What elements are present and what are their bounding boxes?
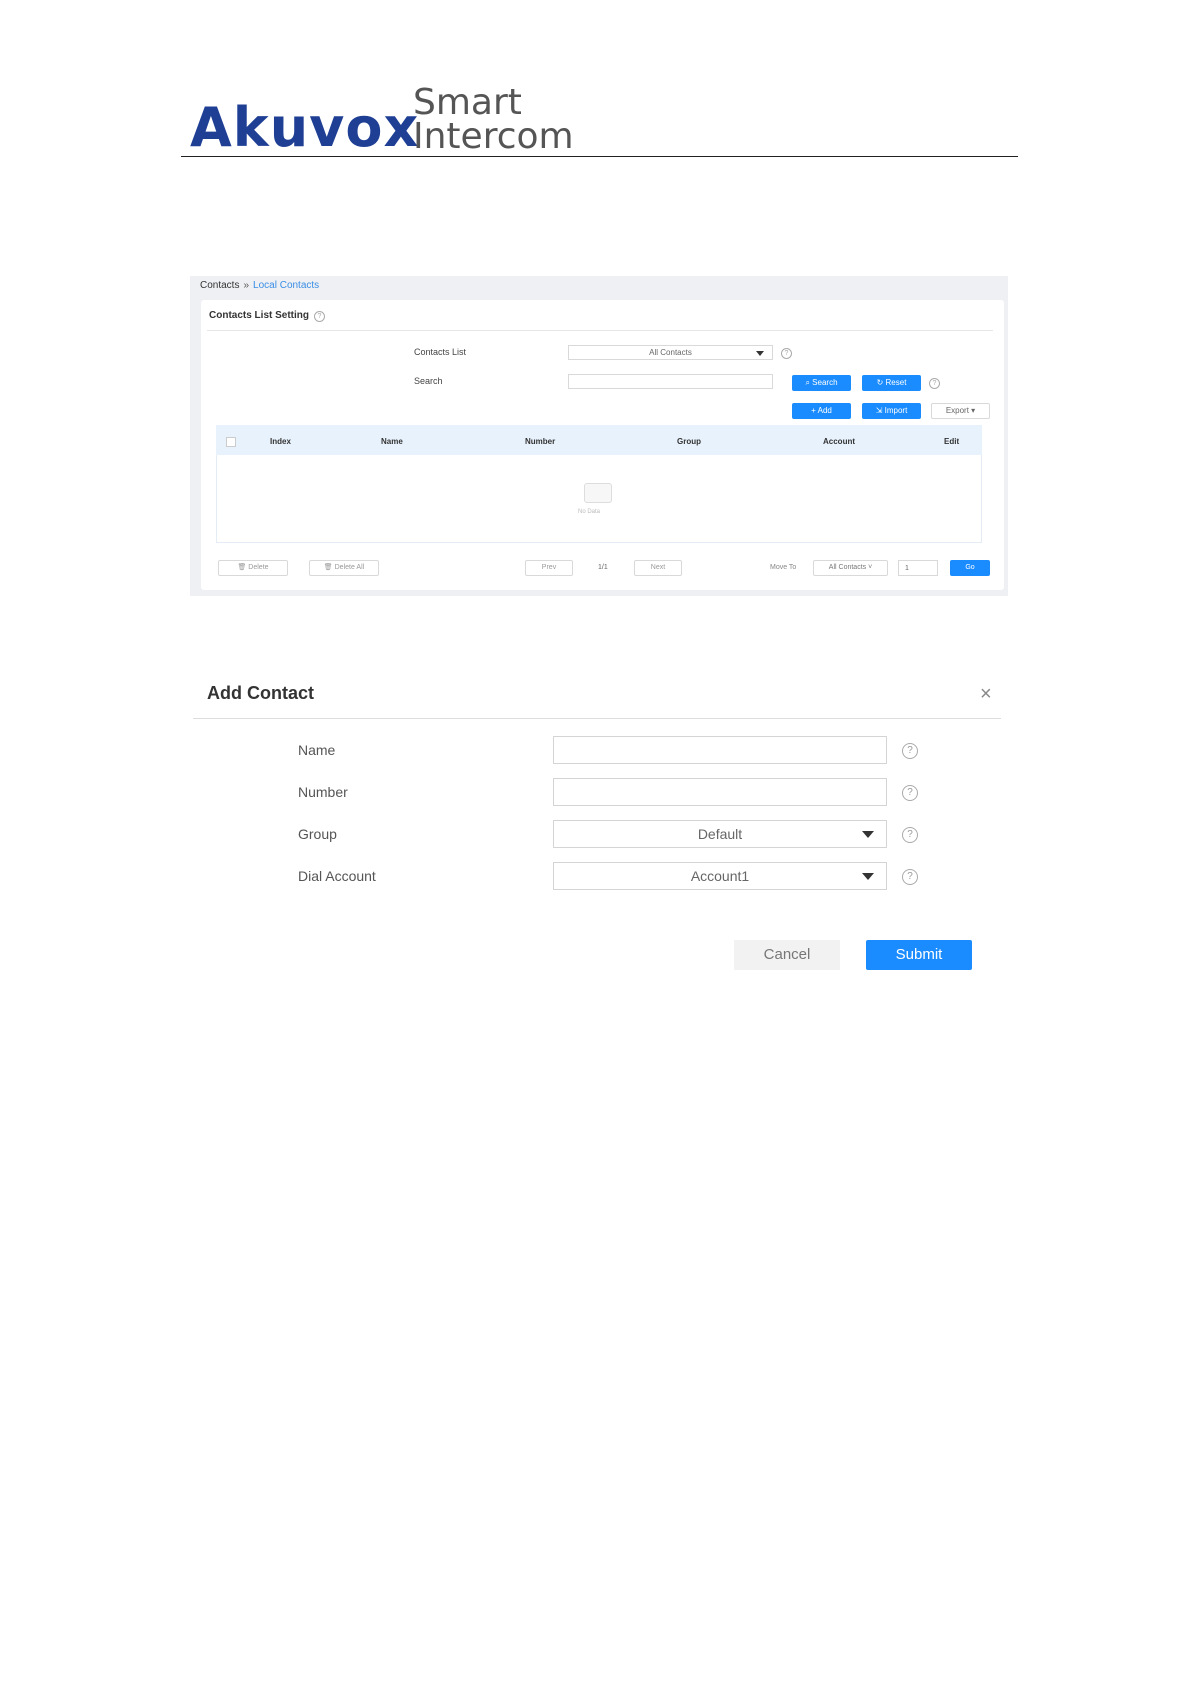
breadcrumb-current[interactable]: Local Contacts bbox=[253, 280, 319, 291]
breadcrumb-separator: » bbox=[243, 280, 250, 291]
column-header-name: Name bbox=[381, 437, 403, 446]
column-header-edit: Edit bbox=[944, 437, 960, 446]
help-icon[interactable]: ? bbox=[314, 311, 325, 322]
dial-account-value: Account1 bbox=[690, 868, 750, 884]
name-label: Name bbox=[298, 742, 336, 758]
column-header-group: Group bbox=[677, 437, 701, 446]
go-button[interactable]: Go bbox=[950, 560, 990, 576]
prev-button[interactable]: Prev bbox=[525, 560, 573, 576]
column-header-index: Index bbox=[270, 437, 291, 446]
delete-all-button[interactable]: 🗑 Delete All bbox=[309, 560, 379, 576]
column-header-account: Account bbox=[823, 437, 855, 446]
help-icon[interactable]: ? bbox=[902, 869, 918, 885]
move-to-select[interactable]: All Contacts ˅ bbox=[813, 560, 888, 576]
search-label: Search bbox=[414, 376, 443, 386]
column-header-number: Number bbox=[525, 437, 556, 446]
tagline-smart: Smart bbox=[413, 82, 522, 123]
section-title: Contacts List Setting bbox=[209, 310, 310, 321]
contacts-list-label: Contacts List bbox=[414, 347, 467, 357]
page-number-input[interactable] bbox=[898, 560, 938, 576]
section-divider bbox=[207, 330, 993, 331]
delete-button-label: Delete bbox=[248, 564, 269, 571]
search-button-label: Search bbox=[812, 378, 838, 387]
import-button[interactable]: ⇲ Import bbox=[862, 403, 921, 419]
add-button[interactable]: + Add bbox=[792, 403, 851, 419]
group-select[interactable]: Default bbox=[553, 820, 887, 848]
dialog-divider bbox=[193, 718, 1001, 719]
help-icon[interactable]: ? bbox=[902, 743, 918, 759]
move-to-value: All Contacts bbox=[828, 564, 867, 571]
select-all-checkbox[interactable] bbox=[226, 437, 236, 447]
name-input[interactable] bbox=[553, 736, 887, 764]
dial-account-select[interactable]: Account1 bbox=[553, 862, 887, 890]
close-icon[interactable]: × bbox=[980, 684, 992, 704]
search-input[interactable] bbox=[568, 374, 773, 389]
delete-button[interactable]: 🗑 Delete bbox=[218, 560, 288, 576]
number-label: Number bbox=[298, 784, 348, 800]
number-input[interactable] bbox=[553, 778, 887, 806]
search-button[interactable]: ⌕ Search bbox=[792, 375, 851, 391]
reset-button-label: Reset bbox=[885, 378, 907, 387]
export-button-label: Export bbox=[945, 406, 969, 415]
tagline-intercom: Intercom bbox=[413, 116, 574, 157]
group-label: Group bbox=[298, 826, 337, 842]
table-header bbox=[216, 425, 982, 455]
akuvox-logo: Akuvox bbox=[190, 96, 420, 159]
help-icon[interactable]: ? bbox=[902, 785, 918, 801]
next-button[interactable]: Next bbox=[634, 560, 682, 576]
contacts-list-select[interactable]: All Contacts bbox=[568, 345, 773, 360]
chevron-down-icon bbox=[756, 351, 764, 356]
page-indicator: 1/1 bbox=[598, 564, 608, 571]
dialog-title: Add Contact bbox=[207, 683, 314, 703]
smart-intercom-logo-text: Smart Intercom bbox=[413, 82, 574, 157]
help-icon[interactable]: ? bbox=[929, 378, 940, 389]
help-icon[interactable]: ? bbox=[902, 827, 918, 843]
help-icon[interactable]: ? bbox=[781, 348, 792, 359]
export-button[interactable]: Export ▾ bbox=[931, 403, 990, 419]
add-button-label: Add bbox=[817, 406, 832, 415]
submit-button[interactable]: Submit bbox=[866, 940, 972, 970]
breadcrumb-root[interactable]: Contacts bbox=[200, 280, 239, 291]
no-data-text: No Data bbox=[578, 509, 601, 515]
chevron-down-icon bbox=[862, 831, 874, 838]
inbox-icon bbox=[584, 483, 612, 503]
breadcrumb: Contacts » Local Contacts bbox=[200, 280, 319, 291]
reset-button[interactable]: ↻ Reset bbox=[862, 375, 921, 391]
cancel-button[interactable]: Cancel bbox=[734, 940, 840, 970]
contacts-list-value: All Contacts bbox=[649, 348, 692, 357]
move-to-label: Move To bbox=[770, 564, 797, 571]
group-value: Default bbox=[697, 826, 743, 842]
chevron-down-icon bbox=[862, 873, 874, 880]
dial-account-label: Dial Account bbox=[298, 868, 376, 884]
import-button-label: Import bbox=[884, 406, 908, 415]
header-rule bbox=[181, 156, 1018, 157]
delete-all-button-label: Delete All bbox=[334, 564, 365, 571]
